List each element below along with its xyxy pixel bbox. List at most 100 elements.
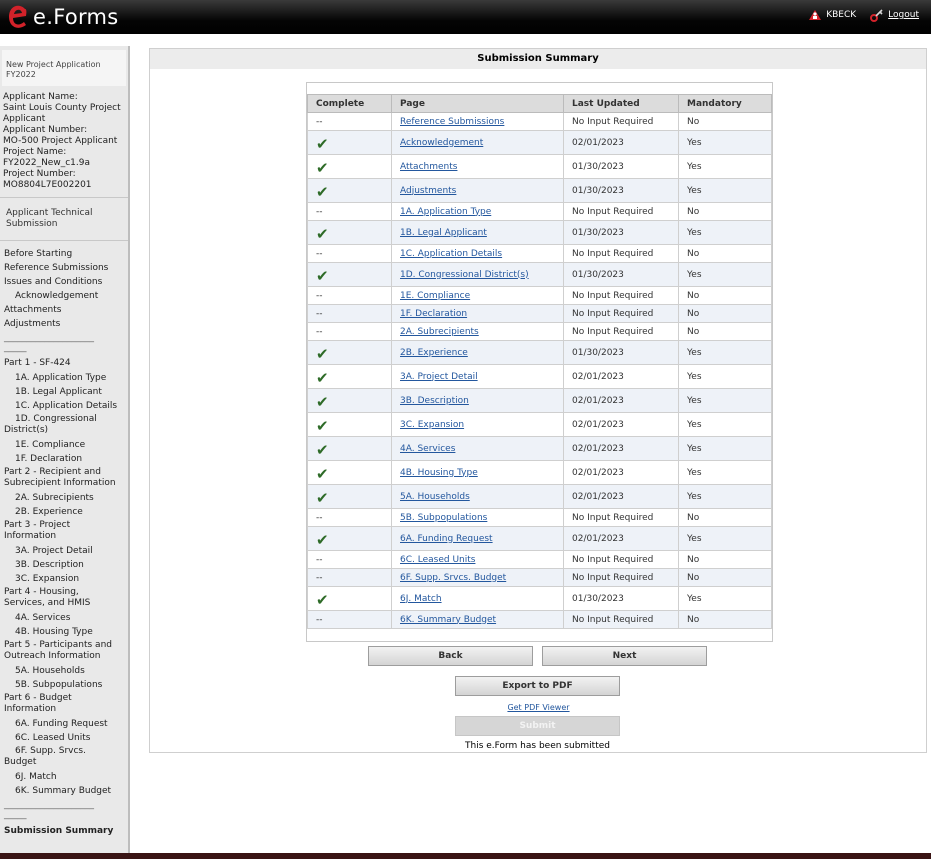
sidebar-part-5[interactable]: Part 5 - Participants and Outreach Inform… bbox=[4, 639, 128, 664]
page-link[interactable]: 2A. Subrecipients bbox=[400, 327, 479, 337]
sidebar-part-5-line2: Outreach Information bbox=[4, 651, 101, 661]
page-cell: 4A. Services bbox=[391, 436, 564, 461]
page-link[interactable]: 6J. Match bbox=[400, 594, 442, 604]
sidebar-item-1f[interactable]: 1F. Declaration bbox=[4, 452, 128, 466]
column-header-last-updated: Last Updated bbox=[563, 94, 679, 113]
sidebar-item-4a[interactable]: 4A. Services bbox=[4, 611, 128, 625]
sidebar-item-4b[interactable]: 4B. Housing Type bbox=[4, 625, 128, 639]
sidebar-item-3c[interactable]: 3C. Expansion bbox=[4, 572, 128, 586]
page-link[interactable]: Attachments bbox=[400, 162, 457, 172]
sidebar-part-3[interactable]: Part 3 - Project Information bbox=[4, 519, 128, 544]
checkmark-icon: ✔ bbox=[316, 590, 329, 609]
sidebar-item-5a[interactable]: 5A. Households bbox=[4, 664, 128, 678]
sidebar-item-issues-conditions[interactable]: Issues and Conditions bbox=[4, 275, 128, 289]
complete-status: -- bbox=[316, 614, 323, 625]
page-link[interactable]: 1B. Legal Applicant bbox=[400, 228, 487, 238]
page-cell: 6A. Funding Request bbox=[391, 526, 564, 551]
page-link[interactable]: 3B. Description bbox=[400, 396, 469, 406]
page-link[interactable]: 3A. Project Detail bbox=[400, 372, 478, 382]
sidebar-item-1a[interactable]: 1A. Application Type bbox=[4, 371, 128, 385]
page-link[interactable]: 5A. Households bbox=[400, 492, 470, 502]
page-link[interactable]: 1C. Application Details bbox=[400, 249, 502, 259]
sidebar-item-6k[interactable]: 6K. Summary Budget bbox=[4, 784, 128, 798]
sidebar-item-1c[interactable]: 1C. Application Details bbox=[4, 399, 128, 413]
sidebar-part-6[interactable]: Part 6 - Budget Information bbox=[4, 692, 128, 717]
page-link[interactable]: 1A. Application Type bbox=[400, 207, 491, 217]
logout-button[interactable]: Logout bbox=[870, 8, 919, 22]
sidebar-item-2a[interactable]: 2A. Subrecipients bbox=[4, 491, 128, 505]
sidebar-item-6f[interactable]: 6F. Supp. Srvcs. Budget bbox=[4, 745, 128, 770]
eforms-logo[interactable]: e.Forms bbox=[6, 2, 119, 32]
last-updated-cell: No Input Required bbox=[563, 568, 679, 587]
sidebar-item-attachments[interactable]: Attachments bbox=[4, 303, 128, 317]
sidebar-item-3b[interactable]: 3B. Description bbox=[4, 558, 128, 572]
applicant-name-value: Saint Louis County Project bbox=[3, 103, 121, 113]
sidebar-item-technical-submission[interactable]: Applicant Technical Submission bbox=[0, 198, 128, 241]
sidebar-item-2b[interactable]: 2B. Experience bbox=[4, 505, 128, 519]
page-link[interactable]: 4A. Services bbox=[400, 444, 455, 454]
applicant-number-label: Applicant Number: bbox=[3, 125, 88, 135]
page-cell: 2A. Subrecipients bbox=[391, 322, 564, 341]
sidebar-item-3a[interactable]: 3A. Project Detail bbox=[4, 544, 128, 558]
page-link[interactable]: 6A. Funding Request bbox=[400, 534, 493, 544]
checkmark-icon: ✔ bbox=[316, 224, 329, 243]
sidebar-part-1[interactable]: Part 1 - SF-424 bbox=[4, 357, 128, 371]
sidebar-item-6a[interactable]: 6A. Funding Request bbox=[4, 717, 128, 731]
divider-line-short: _____ bbox=[4, 343, 27, 353]
page-link[interactable]: 6C. Leased Units bbox=[400, 555, 475, 565]
page-cell: 1D. Congressional District(s) bbox=[391, 262, 564, 287]
sidebar-part-6-line2: Information bbox=[4, 704, 57, 714]
page-link[interactable]: 1E. Compliance bbox=[400, 291, 470, 301]
page-cell: 3B. Description bbox=[391, 388, 564, 413]
sidebar-item-submission-summary[interactable]: Submission Summary bbox=[4, 824, 128, 838]
last-updated-cell: 01/30/2023 bbox=[563, 586, 679, 611]
export-pdf-button[interactable]: Export to PDF bbox=[455, 676, 620, 696]
get-pdf-viewer-link[interactable]: Get PDF Viewer bbox=[455, 703, 622, 712]
table-row: ✔ 3A. Project Detail 02/01/2023 Yes bbox=[307, 364, 772, 389]
page-link[interactable]: 1F. Declaration bbox=[400, 309, 467, 319]
last-updated-cell: No Input Required bbox=[563, 550, 679, 569]
sidebar-part-4[interactable]: Part 4 - Housing, Services, and HMIS bbox=[4, 586, 128, 611]
mandatory-cell: Yes bbox=[678, 340, 772, 365]
sidebar-item-1d-line1: 1D. Congressional bbox=[15, 414, 97, 424]
sidebar-item-1b[interactable]: 1B. Legal Applicant bbox=[4, 385, 128, 399]
sidebar-part-5-line1: Part 5 - Participants and bbox=[4, 640, 112, 650]
sidebar-item-reference-submissions[interactable]: Reference Submissions bbox=[4, 261, 128, 275]
user-menu[interactable]: KBECK bbox=[808, 9, 856, 21]
page-link[interactable]: Reference Submissions bbox=[400, 117, 504, 127]
page-link[interactable]: 6F. Supp. Srvcs. Budget bbox=[400, 573, 506, 583]
complete-status: -- bbox=[316, 572, 323, 583]
sidebar-item-5b[interactable]: 5B. Subpopulations bbox=[4, 678, 128, 692]
page-link[interactable]: 4B. Housing Type bbox=[400, 468, 478, 478]
complete-cell: -- bbox=[307, 304, 392, 323]
table-row: -- 1F. Declaration No Input Required No bbox=[307, 304, 772, 323]
table-row: ✔ 1B. Legal Applicant 01/30/2023 Yes bbox=[307, 220, 772, 245]
page-link[interactable]: 1D. Congressional District(s) bbox=[400, 270, 529, 280]
sidebar-item-adjustments[interactable]: Adjustments bbox=[4, 317, 128, 331]
sidebar-item-acknowledgement[interactable]: Acknowledgement bbox=[4, 289, 128, 303]
sidebar: New Project Application FY2022 Applicant… bbox=[0, 46, 130, 859]
table-row: ✔ 6A. Funding Request 02/01/2023 Yes bbox=[307, 526, 772, 551]
page-link[interactable]: Acknowledgement bbox=[400, 138, 483, 148]
page-link[interactable]: 3C. Expansion bbox=[400, 420, 464, 430]
checkmark-icon: ✔ bbox=[316, 488, 329, 507]
last-updated-cell: 02/01/2023 bbox=[563, 364, 679, 389]
applicant-name-label: Applicant Name: bbox=[3, 92, 78, 102]
sidebar-item-1e[interactable]: 1E. Compliance bbox=[4, 438, 128, 452]
sidebar-item-before-starting[interactable]: Before Starting bbox=[4, 247, 128, 261]
next-button[interactable]: Next bbox=[542, 646, 707, 666]
sidebar-item-1d[interactable]: 1D. Congressional District(s) bbox=[4, 413, 128, 438]
complete-status: -- bbox=[316, 554, 323, 565]
page-link[interactable]: 5B. Subpopulations bbox=[400, 513, 487, 523]
page-link[interactable]: Adjustments bbox=[400, 186, 456, 196]
sidebar-item-6c[interactable]: 6C. Leased Units bbox=[4, 731, 128, 745]
page-link[interactable]: 6K. Summary Budget bbox=[400, 615, 496, 625]
back-button[interactable]: Back bbox=[368, 646, 533, 666]
complete-cell: -- bbox=[307, 322, 392, 341]
sidebar-item-6j[interactable]: 6J. Match bbox=[4, 770, 128, 784]
mandatory-cell: No bbox=[678, 508, 772, 527]
page-link[interactable]: 2B. Experience bbox=[400, 348, 468, 358]
page-cell: 1C. Application Details bbox=[391, 244, 564, 263]
sidebar-part-2[interactable]: Part 2 - Recipient and Subrecipient Infor… bbox=[4, 466, 128, 491]
submit-button[interactable]: Submit bbox=[455, 716, 620, 736]
